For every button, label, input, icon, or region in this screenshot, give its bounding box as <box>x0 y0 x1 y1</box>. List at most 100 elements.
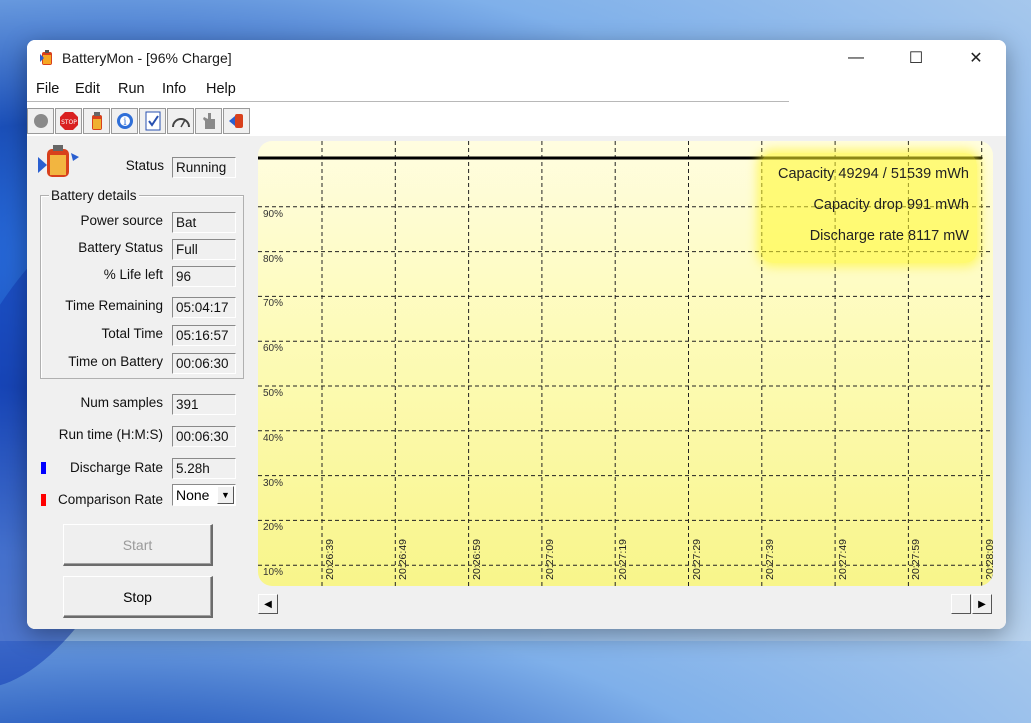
power-source-label: Power source <box>80 213 163 228</box>
record-icon <box>33 114 48 128</box>
life-left-label: % Life left <box>103 267 163 282</box>
checklist-icon <box>145 111 160 131</box>
run-time-label: Run time (H:M:S) <box>58 427 163 442</box>
x-tick-label: 20:27:59 <box>910 539 923 580</box>
hand-icon <box>202 113 215 129</box>
svg-text:i: i <box>123 117 126 128</box>
maximize-icon: ☐ <box>908 50 924 67</box>
checklist-button[interactable] <box>139 108 166 134</box>
battery-status-icon <box>38 145 79 177</box>
charge-data-point <box>540 157 543 159</box>
time-on-battery-label: Time on Battery <box>68 354 163 369</box>
status-value: Running <box>172 157 236 178</box>
y-tick-label: 60% <box>263 343 284 355</box>
start-button[interactable]: Start <box>63 524 213 566</box>
battery-status-value: Full <box>172 239 236 260</box>
scroll-thumb[interactable] <box>951 594 971 614</box>
y-tick-label: 20% <box>263 522 284 534</box>
chevron-right-icon: ▶ <box>978 598 986 610</box>
y-tick-label: 80% <box>263 253 284 265</box>
close-button[interactable]: ✕ <box>953 40 999 76</box>
capacity-drop-text: Capacity drop 991 mWh <box>813 197 969 213</box>
discharge-rate-value: 5.28h <box>172 458 236 479</box>
charge-data-point <box>614 157 617 159</box>
window-title: BatteryMon - [96% Charge] <box>62 50 232 66</box>
minimize-icon: — <box>848 49 864 66</box>
comparison-rate-label: Comparison Rate <box>57 492 163 507</box>
capacity-text: Capacity 49294 / 51539 mWh <box>777 166 969 182</box>
battery-chart: 90% 80% 70% 60% 50% 40% 30% 20% 10% 20:26:39 20:2… <box>258 141 993 586</box>
menu-edit[interactable]: Edit <box>75 81 100 97</box>
gauge-icon <box>171 118 190 128</box>
x-tick-label: 20:27:19 <box>617 539 630 580</box>
y-tick-label: 30% <box>263 477 284 489</box>
chevron-left-icon: ◀ <box>264 598 272 610</box>
status-label: Status <box>125 158 164 173</box>
time-remaining-label: Time Remaining <box>65 298 163 313</box>
x-tick-label: 20:26:59 <box>470 539 483 580</box>
x-tick-label: 20:27:09 <box>543 539 556 580</box>
batterymon-window: BatteryMon - [96% Charge] — ☐ ✕ File Edi… <box>27 40 1006 629</box>
exit-button[interactable] <box>223 108 250 134</box>
power-source-value: Bat <box>172 212 236 233</box>
stop-icon: STOP <box>59 112 78 130</box>
discharge-rate-color-marker <box>41 462 46 474</box>
comparison-rate-value: None <box>176 487 210 503</box>
battery-details-title: Battery details <box>49 188 139 203</box>
scroll-left-button[interactable]: ◀ <box>258 594 278 614</box>
info-button[interactable]: i <box>111 108 138 134</box>
menu-help[interactable]: Help <box>206 81 236 97</box>
svg-text:STOP: STOP <box>61 119 77 126</box>
total-time-label: Total Time <box>101 326 163 341</box>
gauge-button[interactable] <box>167 108 194 134</box>
close-icon: ✕ <box>969 50 983 67</box>
toolbar: STOP i <box>27 108 287 134</box>
horizontal-scrollbar[interactable]: ◀ ▶ <box>258 594 993 614</box>
time-remaining-value: 05:04:17 <box>172 297 236 318</box>
y-tick-label: 40% <box>263 432 284 444</box>
battery-icon <box>91 112 102 130</box>
comparison-rate-select[interactable]: None ▼ <box>172 484 236 506</box>
capacity-overlay: Capacity 49294 / 51539 mWh Capacity drop… <box>761 153 977 263</box>
menu-file[interactable]: File <box>36 81 59 97</box>
x-tick-label: 20:27:29 <box>690 539 703 580</box>
x-tick-label: 20:27:39 <box>763 539 776 580</box>
hand-button[interactable] <box>195 108 222 134</box>
y-tick-label: 90% <box>263 208 284 220</box>
x-tick-label: 20:27:49 <box>837 539 850 580</box>
title-bar[interactable]: BatteryMon - [96% Charge] — ☐ ✕ <box>27 40 1006 76</box>
x-tick-label: 20:26:39 <box>324 539 336 580</box>
total-time-value: 05:16:57 <box>172 325 236 346</box>
num-samples-label: Num samples <box>80 395 163 410</box>
battery-button[interactable] <box>83 108 110 134</box>
scroll-right-button[interactable]: ▶ <box>972 594 992 614</box>
main-panel: Status Running Battery details Power sou… <box>27 136 1006 629</box>
discharge-rate-label: Discharge Rate <box>69 460 163 475</box>
battery-app-icon <box>40 50 52 65</box>
life-left-value: 96 <box>172 266 236 287</box>
charge-data-point <box>687 157 690 159</box>
exit-icon <box>228 114 243 128</box>
time-on-battery-value: 00:06:30 <box>172 353 236 374</box>
stop-button[interactable]: Stop <box>63 576 213 618</box>
record-button[interactable] <box>27 108 54 134</box>
maximize-button[interactable]: ☐ <box>893 40 939 76</box>
x-tick-label: 20:26:49 <box>397 539 410 580</box>
charge-data-point <box>394 157 397 159</box>
run-time-value: 00:06:30 <box>172 426 236 447</box>
info-globe-icon: i <box>116 113 133 129</box>
y-tick-label: 10% <box>263 567 284 579</box>
minimize-button[interactable]: — <box>833 40 879 76</box>
y-tick-label: 70% <box>263 298 284 310</box>
chevron-down-icon[interactable]: ▼ <box>217 486 234 504</box>
charge-data-point <box>980 157 983 159</box>
comparison-rate-color-marker <box>41 494 46 506</box>
x-tick-label: 20:28:09 <box>983 539 993 580</box>
battery-status-label: Battery Status <box>78 240 163 255</box>
menu-info[interactable]: Info <box>162 81 186 97</box>
y-tick-label: 50% <box>263 388 284 399</box>
menu-run[interactable]: Run <box>118 81 145 97</box>
stop-button-toolbar[interactable]: STOP <box>55 108 82 134</box>
charge-data-point <box>467 157 470 159</box>
menu-bar: File Edit Run Info Help <box>27 78 789 102</box>
